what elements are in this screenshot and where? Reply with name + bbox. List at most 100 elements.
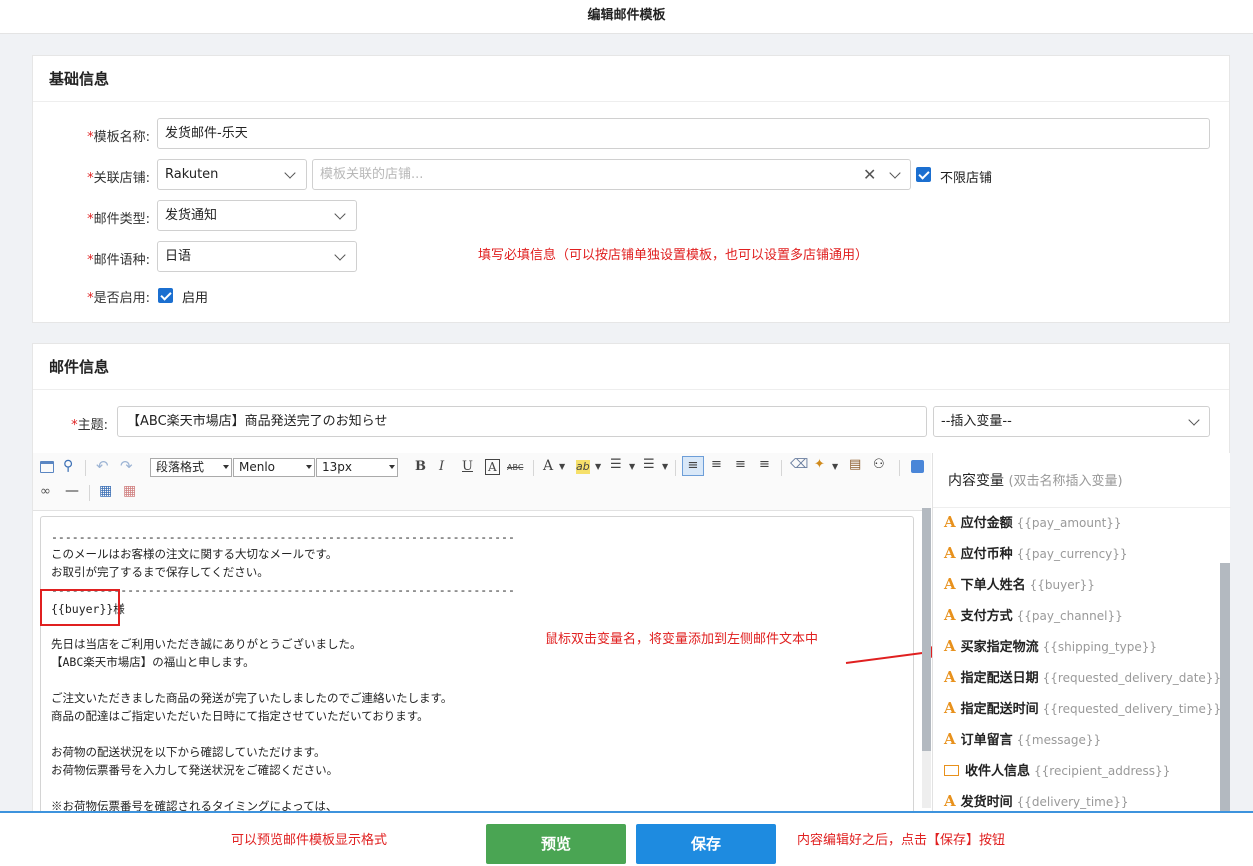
text-variable-icon: A <box>944 792 956 810</box>
toolbar-divider <box>533 460 534 476</box>
insert-variable-value: --插入变量-- <box>941 414 1012 429</box>
unlimited-shop-checkbox[interactable] <box>916 167 931 182</box>
editor-line: ----------------------------------------… <box>51 583 515 597</box>
chevron-down-icon <box>334 249 346 261</box>
save-button[interactable]: 保存 <box>636 824 776 864</box>
text-variable-icon: A <box>944 513 956 531</box>
subject-input[interactable]: 【ABC楽天市場店】商品発送完了のお知らせ <box>117 406 927 437</box>
toolbar-divider <box>899 460 900 476</box>
text-variable-icon: A <box>944 544 956 562</box>
variable-panel-heading: 内容变量 (双击名称插入变量) <box>948 473 1123 489</box>
enabled-checkbox[interactable] <box>158 288 173 303</box>
align-right-icon[interactable]: ≡ <box>735 458 746 472</box>
shop-platform-value: Rakuten <box>165 167 219 182</box>
fullscreen-icon[interactable] <box>911 460 924 473</box>
undo-icon[interactable]: ↶ <box>96 459 109 474</box>
toolbar-divider <box>675 460 676 476</box>
mail-language-select[interactable]: 日语 <box>157 241 357 272</box>
variable-item[interactable]: A 指定配送时间 {{requested_delivery_time}} <box>944 698 1221 717</box>
variable-item[interactable]: A 应付币种 {{pay_currency}} <box>944 543 1128 562</box>
mail-language-label: *邮件语种: <box>87 253 150 268</box>
unordered-list-dropdown-icon[interactable]: ▼ <box>662 460 668 474</box>
shop-platform-select[interactable]: Rakuten <box>157 159 307 190</box>
shop-label: *关联店铺: <box>87 171 150 186</box>
basic-info-heading: 基础信息 <box>33 56 1229 102</box>
font-family-select[interactable]: Menlo <box>233 458 315 477</box>
redo-icon[interactable]: ↷ <box>120 459 133 474</box>
toolbar-divider <box>781 460 782 476</box>
variable-item[interactable]: A 订单留言 {{message}} <box>944 729 1101 748</box>
variable-item[interactable]: 收件人信息 {{recipient_address}} <box>944 760 1170 779</box>
align-left-icon[interactable]: ≡ <box>682 456 704 476</box>
editor-line: 商品の配達はご指定いただいた日時にて指定させていただいております。 <box>51 709 429 723</box>
text-variable-icon: A <box>944 699 956 717</box>
template-name-input[interactable]: 发货邮件-乐天 <box>157 118 1210 149</box>
ordered-list-icon[interactable]: ☰ <box>610 458 622 472</box>
shop-placeholder: 模板关联的店铺... <box>320 167 424 182</box>
clear-icon[interactable]: ✕ <box>863 167 876 183</box>
chevron-down-icon <box>889 167 901 179</box>
toolbar-divider <box>85 460 86 476</box>
font-size-select[interactable]: 13px <box>316 458 398 477</box>
image-icon[interactable]: ▦ <box>123 484 136 498</box>
editor-line: お取引が完了するまで保存してください。 <box>51 565 269 579</box>
mail-type-value: 发货通知 <box>165 208 218 223</box>
preview-button[interactable]: 预览 <box>486 824 626 864</box>
text-variable-icon: A <box>944 730 956 748</box>
template-name-label: *模板名称: <box>87 130 150 145</box>
mail-info-heading: 邮件信息 <box>33 344 1229 390</box>
italic-button[interactable]: I <box>439 460 444 474</box>
variable-item[interactable]: A 发货时间 {{delivery_time}} <box>944 791 1129 810</box>
shop-select[interactable]: 模板关联的店铺... ✕ <box>312 159 911 190</box>
toolbar-divider <box>89 485 90 501</box>
bottom-action-bar: 可以预览邮件模板显示格式 预览 保存 内容编辑好之后，点击【保存】按钮 <box>0 811 1253 866</box>
variable-item[interactable]: A 支付方式 {{pay_channel}} <box>944 605 1123 624</box>
eraser-icon[interactable]: ⌫ <box>790 458 808 472</box>
variable-item[interactable]: A 指定配送日期 {{requested_delivery_date}} <box>944 667 1221 686</box>
variable-panel-scrollbar[interactable] <box>1220 563 1230 813</box>
ordered-list-dropdown-icon[interactable]: ▼ <box>629 460 635 474</box>
paragraph-format-select[interactable]: 段落格式 <box>150 458 232 477</box>
mail-type-label: *邮件类型: <box>87 212 150 227</box>
magic-format-icon[interactable]: ✦ <box>814 458 825 472</box>
address-card-icon <box>944 765 959 776</box>
variable-item[interactable]: A 应付金额 {{pay_amount}} <box>944 512 1122 531</box>
editor-scrollbar-thumb[interactable] <box>922 508 931 751</box>
underline-button[interactable]: U <box>462 460 473 474</box>
paste-icon[interactable]: ▤ <box>849 458 861 472</box>
editor-line: 【ABC楽天市場店】の福山と申します。 <box>51 655 255 669</box>
chevron-down-icon <box>1188 414 1200 426</box>
editor-line: 先日は当店をご利用いただき誠にありがとうございました。 <box>51 637 362 651</box>
font-color-button[interactable]: A <box>543 459 553 473</box>
highlight-button[interactable]: ab <box>576 460 590 474</box>
insert-variable-select[interactable]: --插入变量-- <box>933 406 1210 437</box>
enabled-label: *是否启用: <box>87 291 150 306</box>
variable-item[interactable]: A 买家指定物流 {{shipping_type}} <box>944 636 1157 655</box>
search-icon[interactable]: ⚲ <box>63 459 73 473</box>
align-justify-icon[interactable]: ≡ <box>759 458 770 472</box>
editor-line: ご注文いただきました商品の発送が完了いたしましたのでご連絡いたします。 <box>51 691 453 705</box>
editor-line: お荷物の配送状況を以下から確認していただけます。 <box>51 745 326 759</box>
enabled-text: 启用 <box>182 291 209 306</box>
editor-line: ----------------------------------------… <box>51 530 515 544</box>
chevron-down-icon <box>284 167 296 179</box>
link-icon[interactable]: ∞ <box>40 485 51 499</box>
mail-body-editor[interactable]: ----------------------------------------… <box>40 516 914 816</box>
source-code-icon[interactable] <box>40 461 54 473</box>
highlight-dropdown-icon[interactable]: ▼ <box>595 460 601 474</box>
magic-format-dropdown-icon[interactable]: ▼ <box>832 460 838 474</box>
variable-item[interactable]: A 下单人姓名 {{buyer}} <box>944 574 1095 593</box>
required-info-note: 填写必填信息（可以按店铺单独设置模板，也可以设置多店铺通用） <box>478 248 869 263</box>
double-click-annotation: 鼠标双击变量名，将变量添加到左侧邮件文本中 <box>545 632 819 647</box>
table-icon[interactable]: ▦ <box>99 484 112 498</box>
bold-button[interactable]: B <box>415 460 426 474</box>
mail-type-select[interactable]: 发货通知 <box>157 200 357 231</box>
align-center-icon[interactable]: ≡ <box>711 458 722 472</box>
boxed-a-button[interactable]: A <box>485 459 500 475</box>
unordered-list-icon[interactable]: ☰ <box>643 458 655 472</box>
horizontal-rule-icon[interactable]: — <box>65 484 79 498</box>
strikethrough-button[interactable]: ABC <box>507 461 523 475</box>
find-replace-icon[interactable]: ⚇ <box>873 458 885 472</box>
font-color-dropdown-icon[interactable]: ▼ <box>559 460 565 474</box>
unlimited-shop-label: 不限店铺 <box>940 171 993 186</box>
